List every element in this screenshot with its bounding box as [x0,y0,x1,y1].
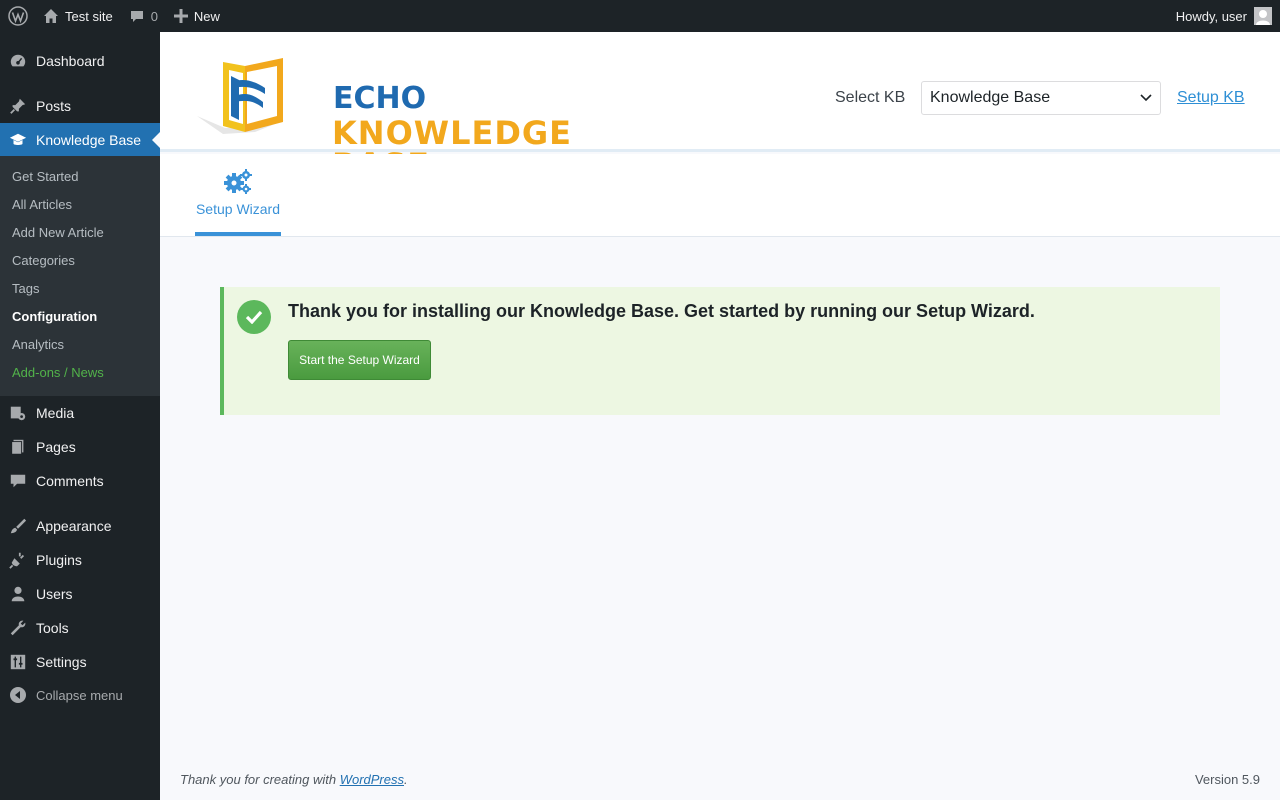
comment-icon [0,472,36,490]
setup-kb-link[interactable]: Setup KB [1177,89,1245,107]
comments-count: 0 [150,8,158,24]
sidebar-item-posts[interactable]: Posts [0,89,160,123]
media-icon [0,404,36,422]
setup-wizard-notice: Thank you for installing our Knowledge B… [220,287,1220,415]
submenu-item-all-articles[interactable]: All Articles [12,195,72,215]
checkmark-icon [237,300,271,334]
plus-icon [173,9,188,23]
admin-sidebar: Dashboard Posts Knowledge Base Get Start… [0,32,160,800]
wordpress-logo-icon [7,6,28,26]
sidebar-item-appearance[interactable]: Appearance [0,509,160,543]
sidebar-item-users[interactable]: Users [0,577,160,611]
admin-bar: Test site 0 New Howdy, user [0,0,1280,32]
comments-menu[interactable]: 0 [121,0,166,32]
submenu-item-categories[interactable]: Categories [12,251,75,271]
tab-setup-wizard-label: Setup Wizard [195,201,281,217]
pushpin-icon [0,97,36,115]
user-icon [0,585,36,603]
paintbrush-icon [0,517,36,535]
sidebar-item-label: Plugins [36,552,82,568]
sidebar-item-label: Settings [36,654,87,670]
notice-message: Thank you for installing our Knowledge B… [288,301,1035,321]
submenu-item-add-new-article[interactable]: Add New Article [12,223,104,243]
kb-select-value: Knowledge Base [930,89,1051,106]
dashboard-gauge-icon [0,52,36,70]
sidebar-item-media[interactable]: Media [0,396,160,430]
wrench-icon [0,619,36,637]
avatar [1254,7,1272,25]
sidebar-item-label: Media [36,405,75,421]
sidebar-item-tools[interactable]: Tools [0,611,160,645]
footer-thanks-text: Thank you for creating with [180,772,337,787]
knowledge-base-submenu: Get Started All Articles Add New Article… [0,156,160,396]
graduation-cap-icon [0,131,36,149]
submenu-item-analytics[interactable]: Analytics [12,335,64,355]
sidebar-item-dashboard[interactable]: Dashboard [0,44,160,78]
footer-version: Version 5.9 [1194,772,1260,787]
howdy-text: Howdy, user [1175,8,1247,24]
pages-icon [0,438,36,456]
kb-select-dropdown[interactable]: Knowledge Base [921,81,1161,115]
sliders-icon [0,653,36,671]
echo-knowledge-base-logo: ECHO KNOWLEDGE BASE [195,56,605,181]
sidebar-item-label: Comments [36,473,104,489]
sidebar-item-pages[interactable]: Pages [0,430,160,464]
plugin-icon [0,551,36,569]
collapse-menu-label: Collapse menu [36,687,123,703]
sidebar-item-plugins[interactable]: Plugins [0,543,160,577]
footer-thanks: Thank you for creating with WordPress. [180,772,408,787]
sidebar-item-label: Knowledge Base [36,132,142,148]
site-name-menu[interactable]: Test site [35,0,121,32]
submenu-item-addons-news[interactable]: Add-ons / News [12,363,104,383]
wordpress-link[interactable]: WordPress [340,772,404,787]
kb-admin-tabs: Setup Wizard [160,154,1280,237]
sidebar-item-label: Dashboard [36,53,105,69]
sidebar-item-label: Appearance [36,518,112,534]
gears-icon [223,167,253,197]
book-logo-icon [197,58,285,134]
submenu-item-configuration[interactable]: Configuration [12,307,97,327]
sidebar-item-label: Pages [36,439,76,455]
sidebar-item-label: Users [36,586,73,602]
sidebar-item-settings[interactable]: Settings [0,645,160,679]
new-label: New [193,8,220,24]
home-icon [43,8,59,24]
collapse-arrow-icon [0,687,36,703]
sidebar-item-comments[interactable]: Comments [0,464,160,498]
new-content-menu[interactable]: New [166,0,228,32]
footer-thanks-suffix: . [404,772,408,787]
submenu-item-get-started[interactable]: Get Started [12,167,78,187]
chevron-down-icon [1140,94,1152,102]
submenu-item-tags[interactable]: Tags [12,279,39,299]
select-kb-label: Select KB [835,89,906,106]
sidebar-item-label: Posts [36,98,72,114]
logo-text-echo: ECHO [333,81,427,116]
collapse-menu-button[interactable]: Collapse menu [0,683,160,707]
comment-bubble-icon [129,8,145,24]
kb-header: ECHO KNOWLEDGE BASE Select KB Knowledge … [160,32,1280,181]
sidebar-item-knowledge-base[interactable]: Knowledge Base [0,123,160,157]
sidebar-item-label: Tools [36,620,69,636]
site-name: Test site [65,8,113,24]
wordpress-logo-menu[interactable] [0,0,35,32]
my-account-menu[interactable]: Howdy, user [1176,0,1280,32]
tab-setup-wizard[interactable]: Setup Wizard [195,154,281,236]
start-setup-wizard-button[interactable]: Start the Setup Wizard [288,340,431,380]
